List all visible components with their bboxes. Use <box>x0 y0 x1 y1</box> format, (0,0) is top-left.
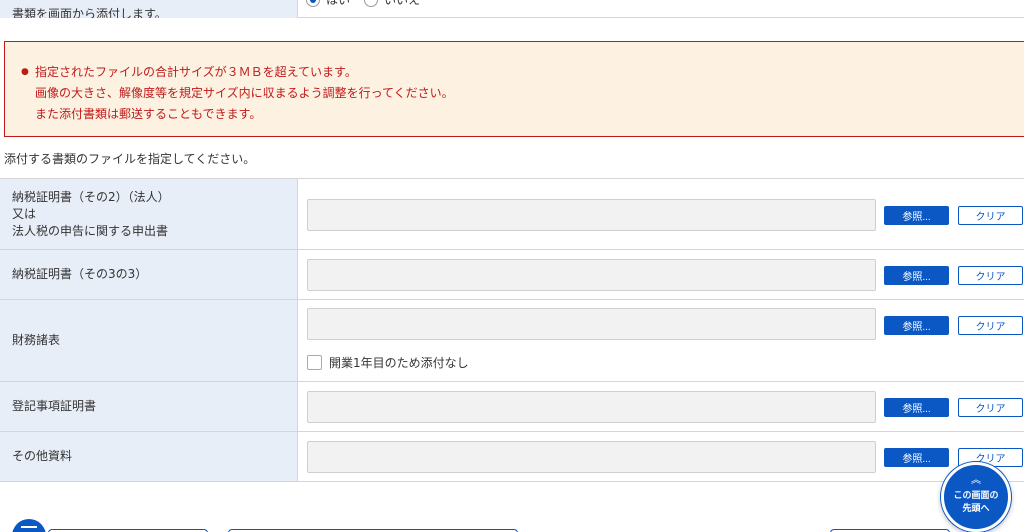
row-label: 登記事項証明書 <box>0 382 298 431</box>
browse-button[interactable]: 参照... <box>884 316 949 335</box>
attach-method-row: 書類を画面から添付します。 はい いいえ <box>0 0 1024 18</box>
file-row-registry-cert: 登記事項証明書 参照... クリア <box>0 382 1024 432</box>
error-line-1: 指定されたファイルの合計サイズが３ＭＢを超えています。 <box>21 62 1024 83</box>
file-path-field[interactable] <box>307 308 876 340</box>
no-attachment-checkbox[interactable] <box>307 355 322 370</box>
radio-yes-label: はい <box>326 0 351 7</box>
row-label-line: 財務諸表 <box>12 333 61 347</box>
scroll-top-line-2: 先頭へ <box>962 504 990 514</box>
browse-button[interactable]: 参照... <box>884 266 949 285</box>
clear-button[interactable]: クリア <box>958 316 1023 335</box>
error-line-3: また添付書類は郵送することもできます。 <box>35 107 262 121</box>
file-path-field[interactable] <box>307 391 876 423</box>
browse-button[interactable]: 参照... <box>884 448 949 467</box>
no-attachment-checkbox-label: 開業1年目のため添付なし <box>329 356 469 370</box>
file-row-tax-cert-3-3: 納税証明書（その3の3） 参照... クリア <box>0 250 1024 300</box>
double-chevron-up-icon: ︽ <box>971 475 981 486</box>
file-path-field[interactable] <box>307 441 876 473</box>
file-row-other-documents: その他資料 参照... クリア <box>0 432 1024 482</box>
clear-button[interactable]: クリア <box>958 266 1023 285</box>
row-label-line: 納税証明書（その3の3） <box>12 267 148 281</box>
file-path-field[interactable] <box>307 199 876 231</box>
row-label-line: その他資料 <box>12 449 73 463</box>
scroll-top-line-1: この画面の <box>953 491 999 501</box>
radio-no-label: いいえ <box>384 0 421 7</box>
instruction-text: 添付する書類のファイルを指定してください。 <box>4 152 256 166</box>
row-label-line: 納税証明書（その2）（法人） <box>12 189 170 204</box>
clear-button[interactable]: クリア <box>958 206 1023 225</box>
row-label: 財務諸表 <box>0 300 298 381</box>
clear-button[interactable]: クリア <box>958 398 1023 417</box>
attach-method-label-text: 書類を画面から添付します。 <box>12 7 167 18</box>
file-path-field[interactable] <box>307 259 876 291</box>
no-attachment-checkbox-wrap[interactable]: 開業1年目のため添付なし <box>307 354 469 371</box>
browse-button[interactable]: 参照... <box>884 398 949 417</box>
file-row-tax-cert-2: 納税証明書（その2）（法人） 又は 法人税の申告に関する申出書 参照... クリ… <box>0 179 1024 250</box>
row-label: 納税証明書（その3の3） <box>0 250 298 299</box>
row-label-line: 登記事項証明書 <box>12 399 97 413</box>
error-line-2: 画像の大きさ、解像度等を規定サイズ内に収まるよう調整を行ってください。 <box>35 86 454 100</box>
page: 書類を画面から添付します。 はい いいえ 指定されたファイルの合計サイズが３ＭＢ… <box>0 0 1024 532</box>
attach-method-radios: はい いいえ <box>306 0 420 14</box>
file-row-financial-statements: 財務諸表 参照... クリア 開業1年目のため添付なし <box>0 300 1024 382</box>
browse-button[interactable]: 参照... <box>884 206 949 225</box>
row-label-line: 又は <box>12 206 37 221</box>
scroll-to-top-button[interactable]: ︽ この画面の 先頭へ <box>941 462 1011 532</box>
row-label: 納税証明書（その2）（法人） 又は 法人税の申告に関する申出書 <box>0 179 298 249</box>
row-label: その他資料 <box>0 432 298 481</box>
radio-yes[interactable] <box>306 0 320 7</box>
radio-no[interactable] <box>364 0 379 7</box>
row-label-line: 法人税の申告に関する申出書 <box>12 223 169 238</box>
attach-method-label: 書類を画面から添付します。 <box>0 0 298 18</box>
error-message-box: 指定されたファイルの合計サイズが３ＭＢを超えています。 画像の大きさ、解像度等を… <box>4 41 1024 137</box>
file-attachment-table: 納税証明書（その2）（法人） 又は 法人税の申告に関する申出書 参照... クリ… <box>0 178 1024 482</box>
minus-circle-icon[interactable] <box>12 519 46 532</box>
